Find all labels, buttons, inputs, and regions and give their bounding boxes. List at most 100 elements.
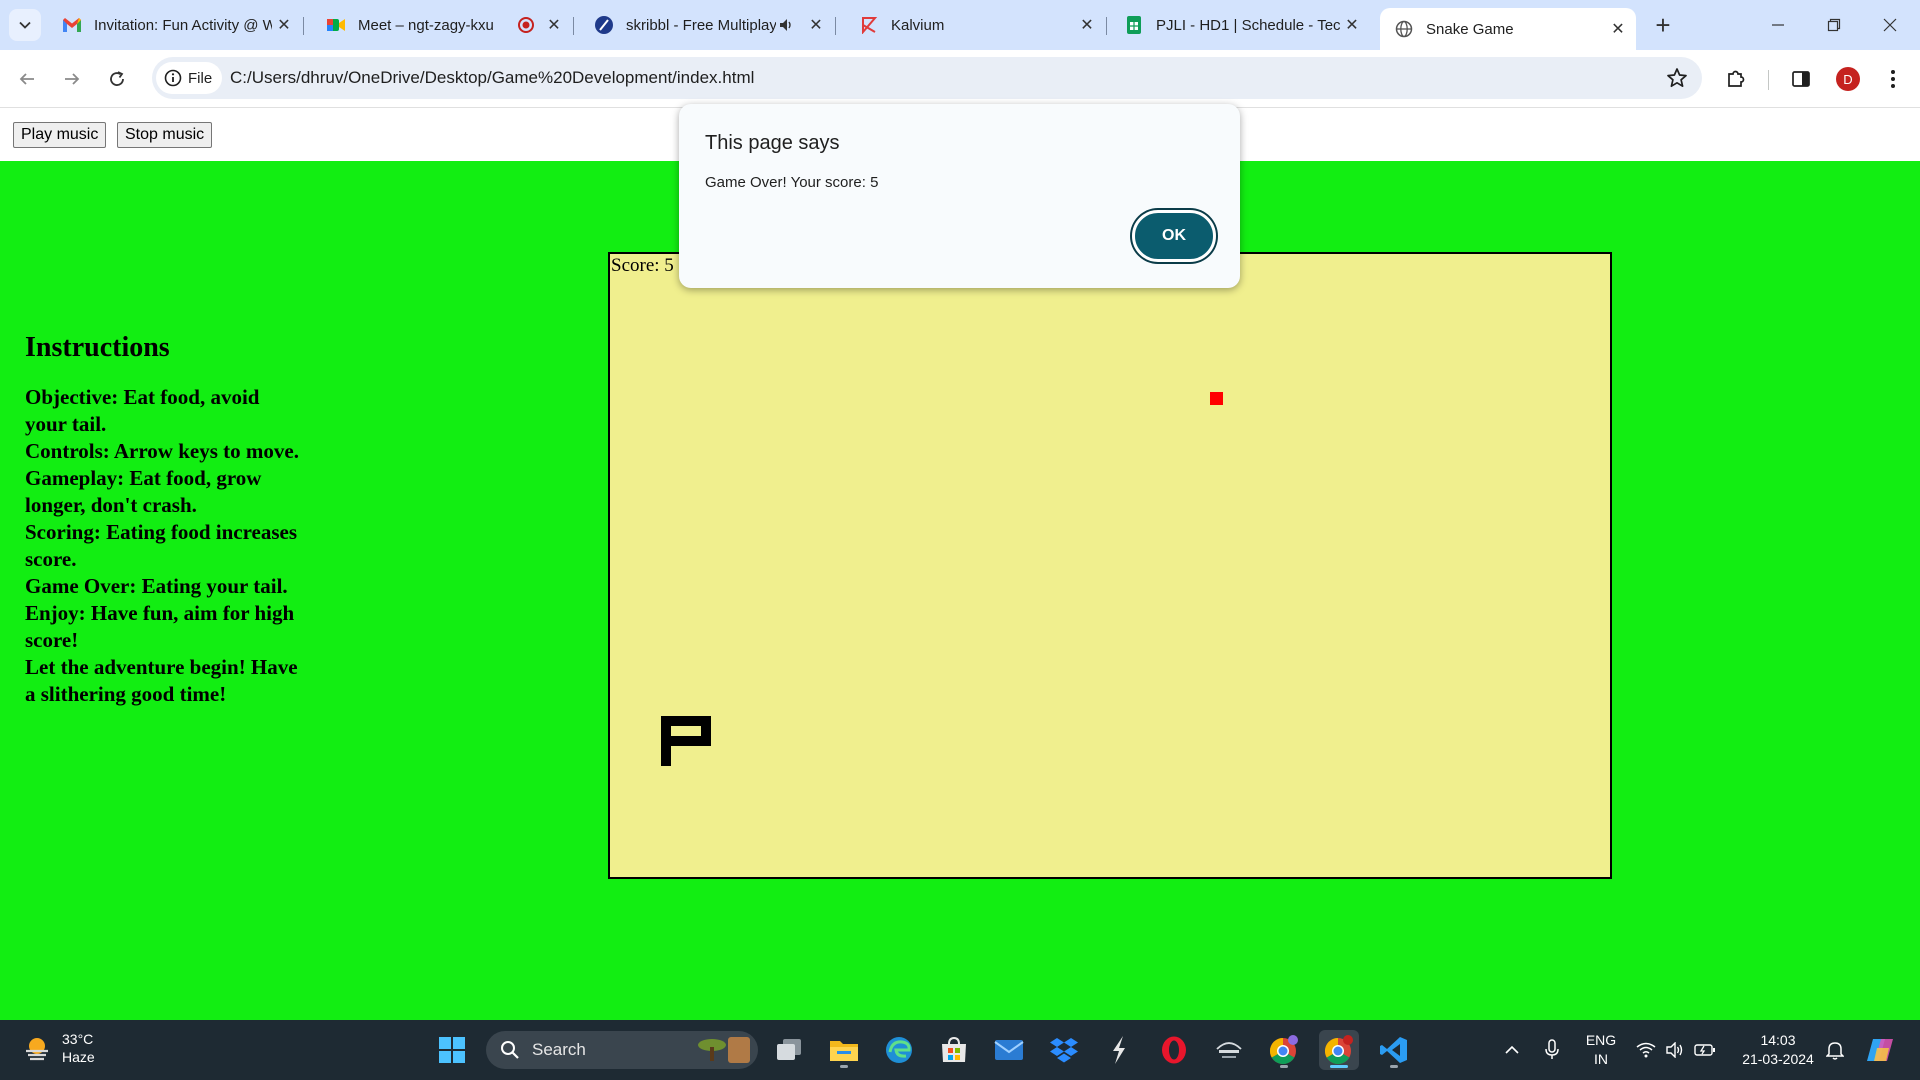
close-icon[interactable]: ✕ [1606,17,1630,41]
tab-kalvium[interactable]: Kalvium ✕ [845,8,1107,42]
google-sheets-icon [1124,15,1144,35]
alert-ok-button[interactable]: OK [1132,210,1216,262]
taskbar-search[interactable]: Search [486,1031,758,1069]
chevron-up-icon [1505,1045,1519,1054]
instructions-panel: Instructions Objective: Eat food, avoid … [25,332,305,708]
battery-charging-icon [1694,1044,1715,1056]
dropbox-button[interactable] [1044,1030,1084,1070]
microphone-button[interactable] [1532,1030,1572,1070]
tab-search-button[interactable] [9,9,41,41]
restore-icon [1827,18,1841,32]
weather-temperature: 33°C [62,1031,94,1047]
task-view-button[interactable] [769,1030,809,1070]
file-explorer-button[interactable] [824,1030,864,1070]
google-meet-icon [326,15,346,35]
tab-separator [1106,17,1107,35]
minimize-icon [1772,24,1784,26]
window-close-button[interactable] [1862,0,1918,50]
browser-toolbar: File C:/Users/dhruv/OneDrive/Desktop/Gam… [0,50,1920,108]
reload-button[interactable] [100,62,134,96]
bolt-app-button[interactable] [1099,1030,1139,1070]
running-indicator [1330,1065,1348,1068]
tab-separator [303,17,304,35]
address-bar[interactable]: File C:/Users/dhruv/OneDrive/Desktop/Gam… [152,57,1702,99]
new-tab-button[interactable]: + [1648,10,1678,40]
side-panel-icon [1792,71,1810,87]
search-placeholder: Search [532,1040,586,1059]
stop-music-button[interactable]: Stop music [117,122,213,148]
close-icon[interactable]: ✕ [804,13,828,37]
weather-widget[interactable]: 33°C Haze [22,1030,95,1066]
tab-separator [573,17,574,35]
alert-title: This page says [705,132,840,154]
globe-icon [1394,19,1414,39]
tab-gmail[interactable]: Invitation: Fun Activity @ W ✕ [48,8,304,42]
tab-title: PJLI - HD1 | Schedule - Tec [1156,16,1340,34]
instruction-objective: Objective: Eat food, avoid your tail. [25,385,260,436]
volume-icon [1666,1042,1683,1058]
search-icon [501,1041,519,1059]
tab-meet[interactable]: Meet – ngt-zagy-kxu ✕ [312,8,574,42]
arrow-left-icon [19,73,34,85]
microsoft-store-button[interactable] [934,1030,974,1070]
close-icon[interactable]: ✕ [272,13,296,37]
instruction-enjoy: Enjoy: Have fun, aim for high score! [25,601,295,652]
folder-icon [830,1041,858,1061]
game-board[interactable]: Score: 5 [608,252,1612,879]
profile-button[interactable]: D [1833,64,1863,94]
disney-hotstar-button[interactable] [1209,1030,1249,1070]
opera-button[interactable] [1154,1030,1194,1070]
url-text[interactable]: C:/Users/dhruv/OneDrive/Desktop/Game%20D… [230,68,754,88]
tab-skribbl[interactable]: skribbl - Free Multiplay ✕ [580,8,836,42]
more-vertical-icon [1891,70,1895,88]
score-display: Score: 5 [611,255,674,276]
side-panel-button[interactable] [1786,64,1816,94]
quick-settings-button[interactable] [1628,1030,1724,1070]
chrome-active-button[interactable] [1319,1030,1359,1070]
running-indicator [840,1065,848,1068]
site-info-chip[interactable]: File [156,62,223,94]
edge-icon [886,1037,912,1063]
vscode-button[interactable] [1374,1030,1414,1070]
kalvium-icon [859,15,879,35]
browser-menu-button[interactable] [1878,64,1908,94]
mail-button[interactable] [989,1030,1029,1070]
toolbar-divider [1768,70,1769,90]
forward-button[interactable] [55,62,89,96]
edge-button[interactable] [879,1030,919,1070]
alert-dialog: This page says Game Over! Your score: 5 … [679,104,1240,288]
tab-snake-game[interactable]: Snake Game ✕ [1380,8,1636,50]
minimize-button[interactable] [1750,0,1806,50]
haze-sun-icon [26,1038,48,1061]
copilot-button[interactable] [1860,1030,1900,1070]
start-button[interactable] [432,1030,472,1070]
avatar: D [1836,67,1860,91]
clock-time: 14:03 [1760,1032,1796,1048]
tab-separator [835,17,836,35]
close-icon[interactable]: ✕ [1340,13,1364,37]
input-language-indicator[interactable]: ENG IN [1582,1031,1620,1069]
running-indicator [1390,1065,1398,1068]
tab-sheets[interactable]: PJLI - HD1 | Schedule - Tec ✕ [1110,8,1370,42]
extensions-button[interactable] [1721,64,1751,94]
show-hidden-icons-button[interactable] [1492,1030,1532,1070]
recording-icon [516,15,536,35]
instruction-gameplay: Gameplay: Eat food, grow longer, don't c… [25,466,262,517]
restore-button[interactable] [1806,0,1862,50]
bookmark-star-icon[interactable] [1666,67,1688,94]
play-music-button[interactable]: Play music [13,122,107,148]
search-highlight-icon [698,1037,750,1063]
bell-icon [1826,1042,1844,1060]
microphone-icon [1545,1039,1559,1059]
close-icon[interactable]: ✕ [1075,13,1099,37]
tab-title: Snake Game [1426,20,1514,38]
chrome-profile-button[interactable] [1264,1030,1304,1070]
back-button[interactable] [10,62,44,96]
notifications-button[interactable] [1815,1030,1855,1070]
clock[interactable]: 14:03 21-03-2024 [1730,1031,1826,1069]
instructions-title: Instructions [25,332,170,363]
info-icon [164,69,182,87]
windows-logo-icon [439,1037,465,1063]
close-icon[interactable]: ✕ [542,13,566,37]
speaker-icon[interactable] [776,15,796,35]
